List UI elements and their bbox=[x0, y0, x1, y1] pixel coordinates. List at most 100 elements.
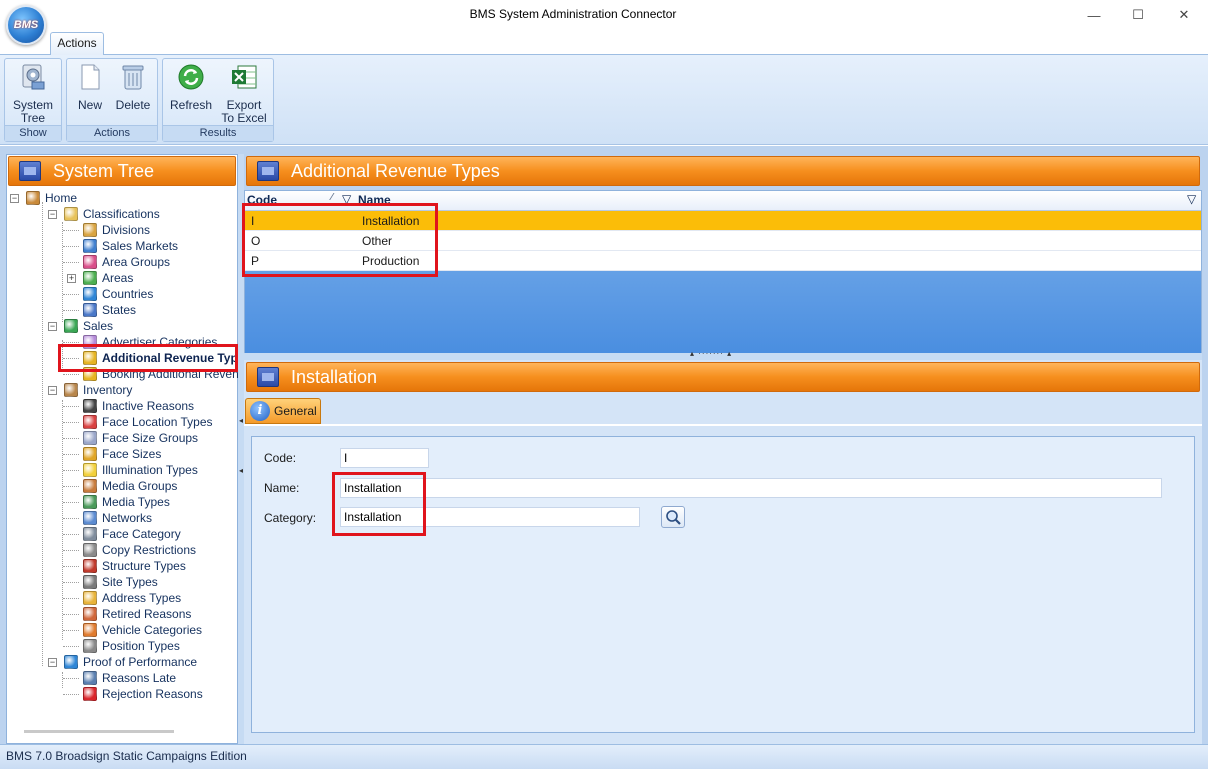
tree-item-reasons-late[interactable]: Reasons Late bbox=[83, 670, 176, 686]
tree-item-position-types[interactable]: Position Types bbox=[83, 638, 180, 654]
media-types-icon bbox=[83, 495, 97, 509]
tree-guide-line bbox=[42, 202, 43, 666]
face-category-icon bbox=[83, 527, 97, 541]
new-button[interactable]: New bbox=[71, 62, 109, 112]
tree-item-face-category[interactable]: Face Category bbox=[83, 526, 181, 542]
ribbon-group-show: System Tree Show bbox=[4, 58, 62, 142]
tree-item-rejection-reasons[interactable]: Rejection Reasons bbox=[83, 686, 203, 702]
tree-item-face-size-groups[interactable]: Face Size Groups bbox=[83, 430, 198, 446]
tree-item-address-types[interactable]: Address Types bbox=[83, 590, 181, 606]
category-lookup-button[interactable] bbox=[661, 506, 685, 528]
tree-guide-line bbox=[63, 310, 79, 311]
system-tree-header: System Tree bbox=[8, 156, 236, 186]
tree-item-areas[interactable]: Areas bbox=[83, 270, 133, 286]
tree-item-face-sizes[interactable]: Face Sizes bbox=[83, 446, 161, 462]
tree-expander-icon[interactable]: − bbox=[10, 194, 19, 203]
tree-item-label: Sales bbox=[83, 319, 114, 333]
horizontal-splitter[interactable]: ▴ ······· ▴ bbox=[244, 349, 1202, 360]
filter-icon-name[interactable]: ▽ bbox=[1187, 192, 1196, 206]
tree-item-copy-restrictions[interactable]: Copy Restrictions bbox=[83, 542, 196, 558]
tree-item-face-location-types[interactable]: Face Location Types bbox=[83, 414, 213, 430]
tree-item-area-groups[interactable]: Area Groups bbox=[83, 254, 170, 270]
window-title: BMS System Administration Connector bbox=[469, 7, 677, 21]
splitter-grip-icon[interactable]: ▴ ······· ▴ bbox=[690, 349, 732, 358]
tree-expander-icon[interactable]: − bbox=[48, 322, 57, 331]
app-logo[interactable]: BMS bbox=[6, 5, 46, 45]
tree-item-label: Media Types bbox=[102, 495, 170, 509]
new-document-icon bbox=[81, 64, 100, 90]
tree-item-divisions[interactable]: Divisions bbox=[83, 222, 150, 238]
splitter-arrow-icon[interactable]: ◂ bbox=[239, 416, 243, 425]
tab-actions[interactable]: Actions bbox=[50, 32, 104, 55]
tree-item-sales-markets[interactable]: Sales Markets bbox=[83, 238, 178, 254]
tree-guide-line bbox=[62, 672, 63, 688]
tree-item-states[interactable]: States bbox=[83, 302, 136, 318]
export-to-excel-button[interactable]: Export To Excel bbox=[219, 62, 269, 125]
tree-guide-line bbox=[63, 470, 79, 471]
tree-guide-line bbox=[63, 454, 79, 455]
tree-item-inventory[interactable]: Inventory bbox=[64, 382, 132, 398]
minimize-button[interactable]: — bbox=[1080, 4, 1108, 26]
folder-icon bbox=[257, 367, 279, 387]
tree-guide-line bbox=[63, 694, 79, 695]
tree-guide-line bbox=[63, 374, 79, 375]
traffic-light-icon bbox=[83, 399, 97, 413]
tree-scrollbar[interactable] bbox=[24, 730, 174, 733]
ribbon-group-caption-results: Results bbox=[163, 125, 273, 141]
code-field[interactable]: I bbox=[340, 448, 429, 468]
splitter-arrow-icon-2[interactable]: ◂ bbox=[239, 466, 243, 475]
tree-guide-line bbox=[63, 550, 79, 551]
ribbon-tabstrip: Actions bbox=[0, 30, 1208, 55]
tree-item-media-types[interactable]: Media Types bbox=[83, 494, 170, 510]
tree-item-label: Divisions bbox=[102, 223, 151, 237]
tab-general[interactable]: i General bbox=[245, 398, 321, 424]
system-tree-button[interactable]: System Tree bbox=[9, 62, 57, 125]
tree-item-networks[interactable]: Networks bbox=[83, 510, 152, 526]
envelope-icon bbox=[83, 591, 97, 605]
lightbulb-icon bbox=[83, 463, 97, 477]
tree-item-inactive-reasons[interactable]: Inactive Reasons bbox=[83, 398, 194, 414]
position-icon bbox=[83, 639, 97, 653]
tree-item-label: Media Groups bbox=[102, 479, 178, 493]
tree-guide-line bbox=[63, 486, 79, 487]
tree-item-illumination-types[interactable]: Illumination Types bbox=[83, 462, 198, 478]
tree-guide-line bbox=[63, 342, 79, 343]
tree-guide-line bbox=[63, 262, 79, 263]
refresh-button[interactable]: Refresh bbox=[167, 62, 215, 112]
info-icon: i bbox=[250, 401, 270, 421]
tree-item-home[interactable]: Home bbox=[26, 190, 77, 206]
tree-highlight-box bbox=[58, 344, 238, 372]
tree-expander-icon[interactable]: − bbox=[48, 658, 57, 667]
tree-item-classifications[interactable]: Classifications bbox=[64, 206, 160, 222]
tree-item-site-types[interactable]: Site Types bbox=[83, 574, 158, 590]
tree-item-proof-of-performance[interactable]: Proof of Performance bbox=[64, 654, 197, 670]
tree-expander-icon[interactable]: − bbox=[48, 210, 57, 219]
new-label: New bbox=[77, 98, 102, 112]
folder-icon bbox=[257, 161, 279, 181]
tree-guide-line bbox=[63, 630, 79, 631]
close-button[interactable]: ✕ bbox=[1170, 4, 1198, 26]
delete-button[interactable]: Delete bbox=[111, 62, 155, 112]
grid-highlight-box bbox=[242, 203, 438, 277]
inventory-icon bbox=[64, 383, 78, 397]
tree-item-vehicle-categories[interactable]: Vehicle Categories bbox=[83, 622, 202, 638]
tree-item-label: Face Category bbox=[102, 527, 181, 541]
tree-item-label: Copy Restrictions bbox=[102, 543, 197, 557]
tree-expander-icon[interactable]: − bbox=[48, 386, 57, 395]
tree-item-label: Proof of Performance bbox=[83, 655, 198, 669]
tree-expander-icon[interactable]: + bbox=[67, 274, 76, 283]
tree-item-structure-types[interactable]: Structure Types bbox=[83, 558, 186, 574]
tree-item-label: Areas bbox=[102, 271, 134, 285]
clock-icon bbox=[83, 671, 97, 685]
name-field[interactable]: Installation bbox=[340, 478, 1162, 498]
logo-text: BMS bbox=[13, 19, 39, 31]
tree-item-media-groups[interactable]: Media Groups bbox=[83, 478, 177, 494]
tree-guide-line bbox=[63, 518, 79, 519]
tree-guide-line bbox=[63, 678, 79, 679]
maximize-button[interactable]: ☐ bbox=[1124, 4, 1152, 26]
tree-item-countries[interactable]: Countries bbox=[83, 286, 153, 302]
sort-icon[interactable]: ⁄ bbox=[331, 192, 333, 203]
tree-item-sales[interactable]: Sales bbox=[64, 318, 113, 334]
tree-item-retired-reasons[interactable]: Retired Reasons bbox=[83, 606, 191, 622]
face-sizes-icon bbox=[83, 447, 97, 461]
